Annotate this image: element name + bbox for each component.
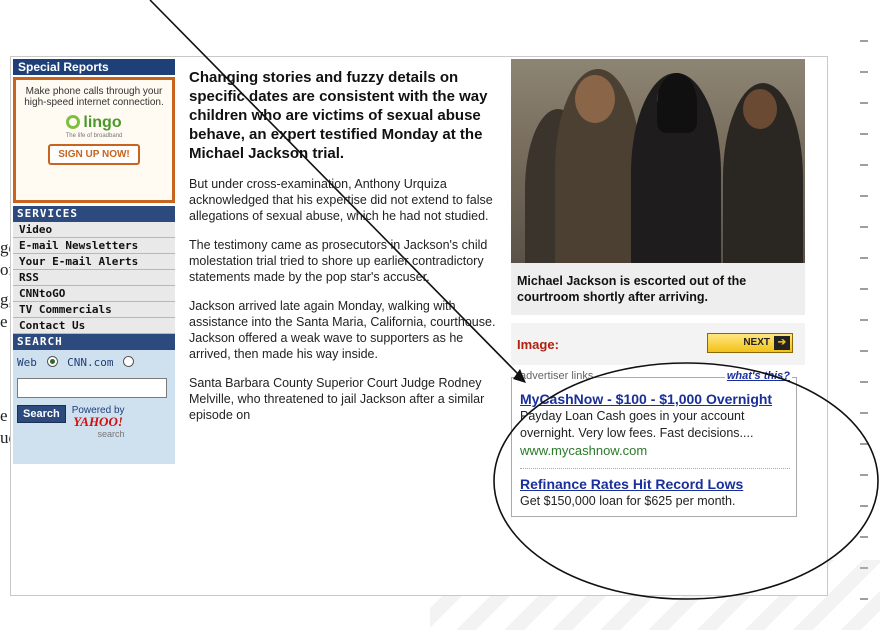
yahoo-search-label: search: [97, 429, 125, 439]
ad-divider: [520, 468, 790, 469]
lingo-ad[interactable]: Make phone calls through your high-speed…: [13, 77, 175, 203]
bg-text-fragment: e: [0, 406, 8, 425]
article-body: Changing stories and fuzzy details on sp…: [189, 57, 499, 423]
lingo-logo-icon: [66, 115, 81, 129]
article-paragraph: Santa Barbara County Superior Court Judg…: [189, 376, 485, 422]
left-sidebar: Special Reports Make phone calls through…: [13, 59, 175, 464]
news-photo[interactable]: [511, 59, 805, 263]
lingo-tagline: The life of broadband: [65, 133, 123, 139]
next-image-button[interactable]: NEXT ➔: [707, 333, 793, 353]
lingo-ad-text: Make phone calls through your high-speed…: [24, 86, 164, 108]
image-label: Image:: [517, 337, 559, 352]
search-cnn-label: CNN.com: [67, 356, 114, 369]
search-input[interactable]: [17, 378, 167, 398]
bg-text-fragment: e: [0, 312, 8, 331]
search-actions: Search Powered by YAHOO! search: [17, 405, 171, 440]
powered-by-yahoo: Powered by YAHOO! search: [72, 405, 125, 440]
arrow-right-icon: ➔: [774, 336, 790, 350]
service-link-email-alerts[interactable]: Your E-mail Alerts: [13, 254, 175, 270]
search-web-radio[interactable]: [46, 356, 58, 367]
service-link-cnntogo[interactable]: CNNtoGO: [13, 286, 175, 302]
article-paragraph: Jackson arrived late again Monday, walki…: [189, 299, 496, 361]
next-label: NEXT: [743, 337, 770, 348]
service-link-newsletters[interactable]: E-mail Newsletters: [13, 238, 175, 254]
article-paragraph: But under cross-examination, Anthony Urq…: [189, 177, 493, 223]
sponsored-link-desc: Payday Loan Cash goes in your account ov…: [520, 409, 754, 440]
search-button[interactable]: Search: [17, 405, 66, 423]
service-link-contact-us[interactable]: Contact Us: [13, 318, 175, 334]
webpage-screenshot: Special Reports Make phone calls through…: [10, 56, 828, 596]
special-reports-header[interactable]: Special Reports: [13, 59, 175, 75]
article-paragraph: The testimony came as prosecutors in Jac…: [189, 238, 488, 284]
services-header: SERVICES: [13, 206, 175, 222]
service-link-rss[interactable]: RSS: [13, 270, 175, 286]
article-lead: Changing stories and fuzzy details on sp…: [189, 69, 488, 162]
sign-up-button[interactable]: SIGN UP NOW!: [48, 144, 140, 165]
advertiser-links: advertiser links what's this? MyCashNow …: [511, 370, 797, 517]
service-link-video[interactable]: Video: [13, 222, 175, 238]
search-web-label: Web: [17, 356, 37, 369]
search-panel: Web CNN.com Search Powered by YAHOO! sea…: [13, 350, 175, 464]
sponsored-link-url[interactable]: www.mycashnow.com: [520, 442, 790, 460]
sponsored-link-title[interactable]: Refinance Rates Hit Record Lows: [520, 475, 790, 493]
yahoo-logo: YAHOO!: [73, 414, 123, 429]
service-link-tv-commercials[interactable]: TV Commercials: [13, 302, 175, 318]
article-cut-off-line: [189, 57, 499, 65]
image-nav-bar: Image: NEXT ➔: [511, 323, 805, 365]
photo-caption-box: Michael Jackson is escorted out of the c…: [511, 263, 805, 315]
sponsored-link-desc: Get $150,000 loan for $625 per month.: [520, 494, 736, 508]
search-cnn-radio[interactable]: [123, 356, 135, 367]
bg-dotted-decoration: [854, 40, 874, 600]
search-scope: Web CNN.com: [17, 356, 171, 369]
lingo-brand: lingo: [83, 114, 122, 131]
search-header: SEARCH: [13, 334, 175, 350]
photo-caption: Michael Jackson is escorted out of the c…: [517, 274, 747, 304]
sponsored-link-title[interactable]: MyCashNow - $100 - $1,000 Overnight: [520, 390, 790, 408]
whats-this-link[interactable]: what's this?: [724, 370, 792, 382]
right-column: Michael Jackson is escorted out of the c…: [511, 59, 813, 517]
lingo-logo: lingo: [16, 114, 172, 132]
advertiser-links-label: advertiser links: [518, 370, 596, 382]
